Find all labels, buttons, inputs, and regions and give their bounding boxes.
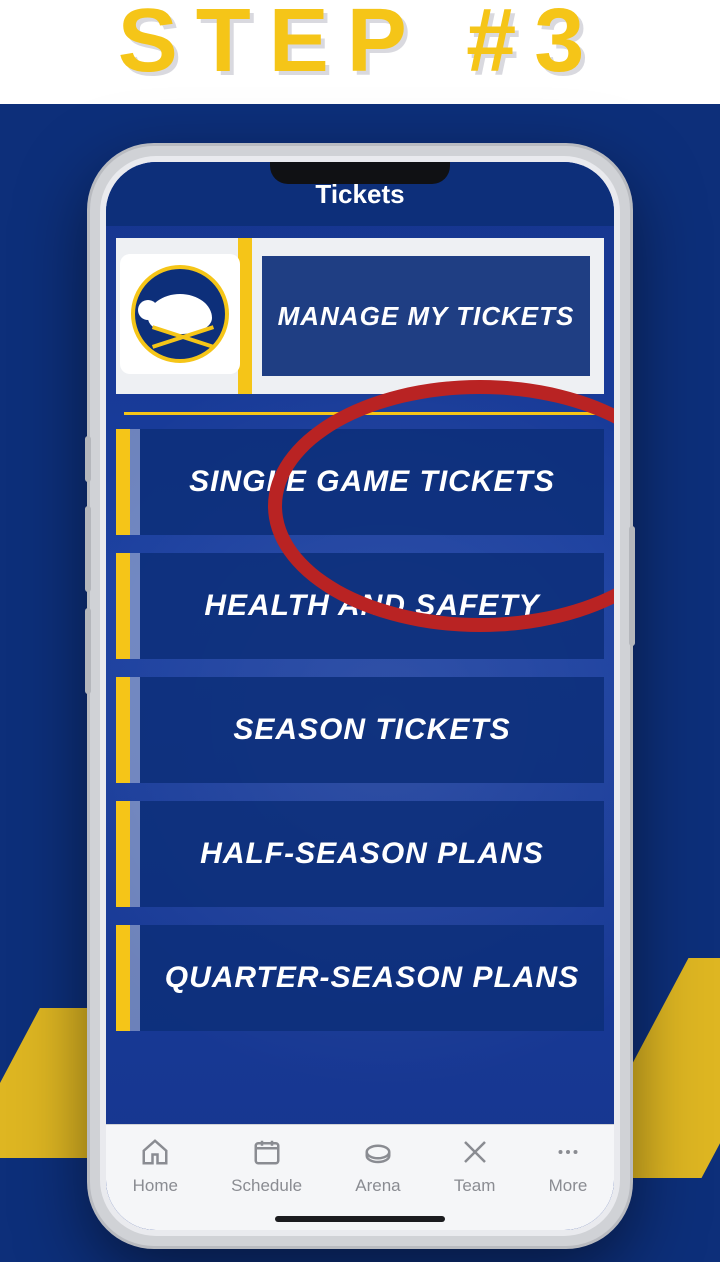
phone-notch <box>270 162 450 184</box>
spacer <box>130 429 140 535</box>
phone-screen: Tickets MANAGE MY TICKETS <box>106 162 614 1230</box>
tab-home[interactable]: Home <box>133 1137 178 1196</box>
option-single-game[interactable]: SINGLE GAME TICKETS <box>116 429 604 535</box>
phone-side-button <box>85 506 91 592</box>
spacer <box>130 677 140 783</box>
phone-side-button <box>629 526 635 646</box>
option-half-season[interactable]: HALF-SEASON PLANS <box>116 801 604 907</box>
team-logo[interactable] <box>120 254 240 374</box>
gold-accent <box>116 801 130 907</box>
phone-side-button <box>85 608 91 694</box>
option-season-tickets[interactable]: SEASON TICKETS <box>116 677 604 783</box>
tab-team[interactable]: Team <box>454 1137 496 1196</box>
tab-label: Home <box>133 1176 178 1196</box>
more-icon <box>551 1137 585 1172</box>
step-title: STEP #3 <box>118 0 603 86</box>
crossed-sabers-icon <box>151 325 217 349</box>
option-label: QUARTER-SEASON PLANS <box>165 961 579 995</box>
arena-icon <box>361 1137 395 1172</box>
page-banner: STEP #3 <box>0 0 720 104</box>
option-label: SEASON TICKETS <box>233 713 510 747</box>
phone-frame: Tickets MANAGE MY TICKETS <box>90 146 630 1246</box>
tab-more[interactable]: More <box>549 1137 588 1196</box>
gold-accent <box>116 677 130 783</box>
screen-content: MANAGE MY TICKETS SINGLE GAME TICKETS HE… <box>106 226 614 1124</box>
hero-row: MANAGE MY TICKETS <box>116 238 604 394</box>
tab-arena[interactable]: Arena <box>355 1137 400 1196</box>
phone-side-button <box>85 436 91 482</box>
manage-tickets-label: MANAGE MY TICKETS <box>278 301 575 332</box>
gold-accent <box>116 925 130 1031</box>
tab-label: More <box>549 1176 588 1196</box>
gold-accent <box>116 553 130 659</box>
ticket-options-list: SINGLE GAME TICKETS HEALTH AND SAFETY SE… <box>106 429 614 1031</box>
gold-accent <box>116 429 130 535</box>
tab-schedule[interactable]: Schedule <box>231 1137 302 1196</box>
tab-label: Schedule <box>231 1176 302 1196</box>
spacer <box>130 801 140 907</box>
spacer <box>130 925 140 1031</box>
option-quarter-season[interactable]: QUARTER-SEASON PLANS <box>116 925 604 1031</box>
tab-label: Arena <box>355 1176 400 1196</box>
option-label: SINGLE GAME TICKETS <box>189 465 555 499</box>
phone-bezel: Tickets MANAGE MY TICKETS <box>100 156 620 1236</box>
crossed-sabers-icon <box>458 1137 492 1172</box>
manage-tickets-button[interactable]: MANAGE MY TICKETS <box>262 256 590 376</box>
option-label: HALF-SEASON PLANS <box>200 837 544 871</box>
bottom-tabbar: Home Schedule Arena <box>106 1124 614 1230</box>
spacer <box>130 553 140 659</box>
option-health-safety[interactable]: HEALTH AND SAFETY <box>116 553 604 659</box>
calendar-icon <box>250 1137 284 1172</box>
home-indicator[interactable] <box>275 1216 445 1222</box>
tab-label: Team <box>454 1176 496 1196</box>
team-logo-icon <box>131 265 229 363</box>
home-icon <box>138 1137 172 1172</box>
gold-accent <box>238 238 252 394</box>
option-label: HEALTH AND SAFETY <box>204 589 539 623</box>
divider <box>124 412 596 415</box>
